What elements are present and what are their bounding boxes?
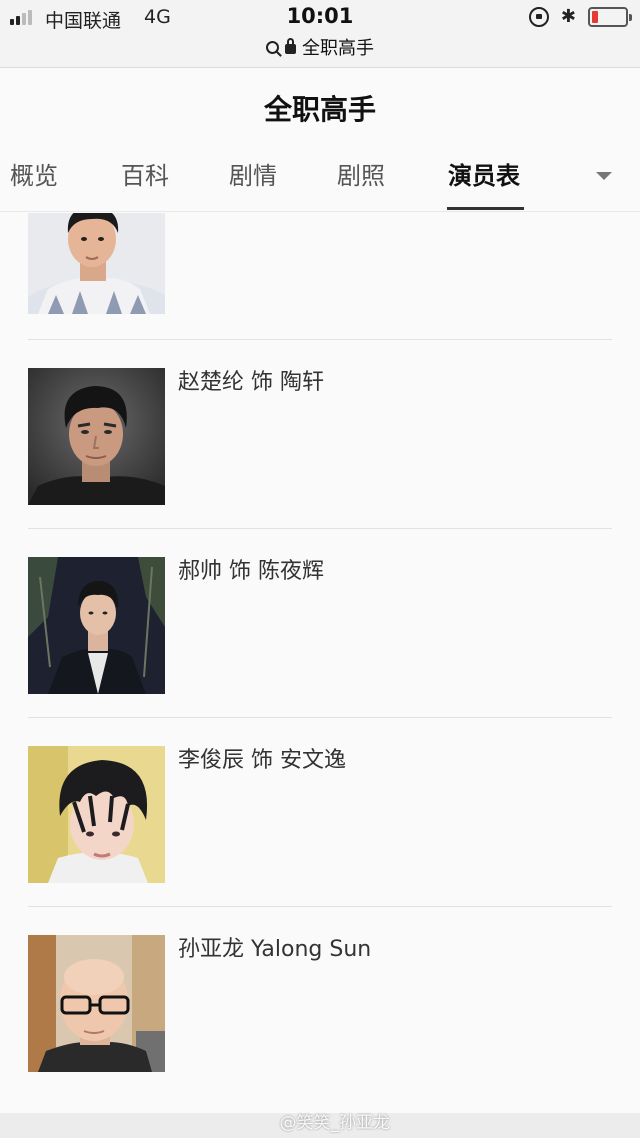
page-header: 全职高手 概览 百科 剧情 剧照 演员表 [0, 68, 640, 212]
chevron-down-icon[interactable] [596, 172, 612, 180]
cast-item[interactable]: 郝帅 饰 陈夜辉 [28, 529, 612, 718]
cast-name: 李俊辰 饰 安文逸 [178, 748, 346, 773]
cast-item[interactable]: 赵楚纶 饰 陶轩 [28, 340, 612, 529]
cast-name: 郝帅 饰 陈夜辉 [178, 559, 324, 584]
tab-cast[interactable]: 演员表 [448, 160, 520, 192]
actor-photo [28, 557, 165, 694]
address-bar[interactable]: 全职高手 [0, 34, 640, 60]
battery-icon [588, 6, 632, 27]
url-text: 全职高手 [302, 38, 374, 59]
cast-name: 赵楚纶 饰 陶轩 [178, 370, 324, 395]
search-icon [266, 40, 279, 54]
bluetooth-icon: ✱ [560, 6, 576, 27]
actor-photo [28, 213, 165, 314]
tab-encyclopedia[interactable]: 百科 [121, 160, 169, 192]
cast-name: 孙亚龙 Yalong Sun [178, 937, 372, 962]
page-title: 全职高手 [263, 93, 376, 126]
active-tab-indicator [447, 207, 524, 210]
tab-overview[interactable]: 概览 [10, 160, 58, 192]
cast-item[interactable]: 孙亚龙 Yalong Sun [28, 907, 612, 1096]
weibo-watermark: @笑笑_孙亚龙 [279, 1113, 391, 1133]
tab-plot[interactable]: 剧情 [229, 160, 277, 192]
actor-photo [28, 368, 165, 505]
actor-photo [28, 746, 165, 883]
orientation-lock-icon [528, 6, 549, 27]
cast-list: 赵楚纶 饰 陶轩 郝帅 饰 陈夜辉 李俊辰 饰 安文逸 孙亚龙 Yalong S… [0, 213, 640, 1113]
tab-bar: 概览 百科 剧情 剧照 演员表 [0, 160, 640, 212]
status-bar: 中国联通 4G 10:01 ✱ 全职高手 [0, 0, 640, 68]
tab-stills[interactable]: 剧照 [337, 160, 385, 192]
actor-photo [28, 935, 165, 1072]
cast-item[interactable]: 李俊辰 饰 安文逸 [28, 718, 612, 907]
lock-icon [285, 38, 296, 54]
cast-item[interactable] [28, 213, 612, 340]
